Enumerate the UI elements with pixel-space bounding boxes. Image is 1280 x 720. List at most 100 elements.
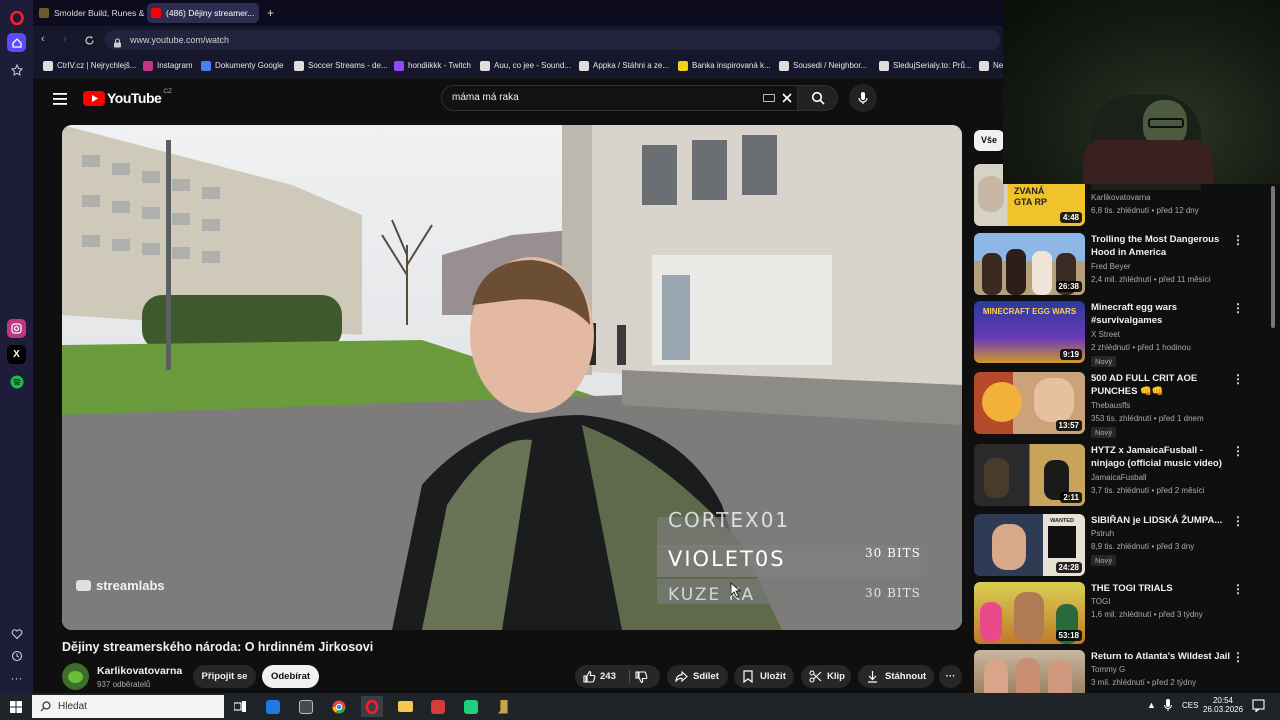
- bookmark-item[interactable]: Appka / Stáhni a ze...: [579, 59, 669, 73]
- home-icon[interactable]: [7, 33, 26, 52]
- bookmark-item[interactable]: CtrlV.cz | Nejrychlejš...: [43, 59, 137, 73]
- menu-icon[interactable]: [53, 92, 67, 110]
- subscribe-button[interactable]: Odebírat: [262, 665, 319, 688]
- more-vert-icon[interactable]: ⋮: [1232, 514, 1244, 528]
- recommendation-item[interactable]: WANTED 24:28 SIBIŘAN je LIDSKÁ ŽUMPA... …: [974, 514, 1264, 578]
- channel-name[interactable]: TOGI: [1091, 597, 1110, 606]
- bookmark-item[interactable]: Instagram: [143, 59, 193, 73]
- spotify-icon[interactable]: [7, 372, 26, 391]
- recommendation-item[interactable]: 13:57 500 AD FULL CRIT AOE PUNCHES 👊👊 Th…: [974, 372, 1264, 438]
- voice-search-button[interactable]: [849, 84, 877, 112]
- clip-button[interactable]: Klip: [801, 665, 851, 688]
- more-vert-icon[interactable]: ⋮: [1232, 372, 1244, 386]
- scrollbar-thumb[interactable]: [1271, 186, 1275, 328]
- x-twitter-icon[interactable]: X: [7, 345, 26, 364]
- back-icon[interactable]: ‹: [41, 33, 45, 45]
- youtube-logo[interactable]: YouTube CZ: [83, 88, 172, 106]
- recommendation-item[interactable]: Return to Atlanta's Wildest Jail Tommy G…: [974, 650, 1264, 693]
- chrome-icon[interactable]: [328, 696, 350, 717]
- channel-name[interactable]: Karlikovatovarna: [1091, 193, 1151, 202]
- video-thumbnail[interactable]: 26:38: [974, 233, 1085, 295]
- new-tab-button[interactable]: +: [263, 3, 279, 23]
- green-app-icon[interactable]: [460, 696, 482, 717]
- history-icon[interactable]: [7, 646, 26, 665]
- video-title[interactable]: 500 AD FULL CRIT AOE PUNCHES 👊👊: [1091, 372, 1231, 398]
- channel-name[interactable]: Pstruh: [1091, 529, 1114, 538]
- search-input[interactable]: máma má raka: [441, 85, 798, 111]
- language-indicator[interactable]: CES: [1182, 701, 1198, 710]
- share-button[interactable]: Sdílet: [667, 665, 728, 688]
- more-vert-icon[interactable]: ⋮: [1232, 301, 1244, 315]
- bookmark-item[interactable]: Ne: [979, 59, 1003, 73]
- bookmark-item[interactable]: Banka inspirovaná k...: [678, 59, 771, 73]
- video-thumbnail[interactable]: MINECRAFT EGG WARS 9:19: [974, 301, 1085, 363]
- forward-icon[interactable]: ›: [63, 33, 67, 45]
- task-view-icon[interactable]: [229, 696, 251, 717]
- search-button[interactable]: [798, 85, 838, 111]
- league-of-legends-icon[interactable]: [493, 696, 515, 717]
- video-thumbnail[interactable]: [974, 650, 1085, 693]
- tab-smolder[interactable]: Smolder Build, Runes & C: [35, 3, 145, 23]
- video-thumbnail[interactable]: 53:18: [974, 582, 1085, 644]
- clear-search-icon[interactable]: [781, 91, 793, 109]
- video-title[interactable]: HYTZ x JamaicaFusball - ninjago (officia…: [1091, 444, 1231, 470]
- recommendation-item[interactable]: 26:38 Trolling the Most Dangerous Hood i…: [974, 233, 1264, 297]
- more-actions-button[interactable]: ···: [939, 665, 962, 688]
- heart-icon[interactable]: [7, 624, 26, 643]
- video-player[interactable]: CORTEX01 VIOLET0S 30 BITS KUZE KA 30 BIT…: [62, 125, 962, 630]
- more-vert-icon[interactable]: ⋮: [1232, 233, 1244, 247]
- join-button[interactable]: Připojit se: [193, 665, 256, 688]
- bookmark-item[interactable]: hondiikkk - Twitch: [394, 59, 471, 73]
- file-explorer-icon[interactable]: [394, 696, 416, 717]
- pinboard-icon[interactable]: [7, 60, 26, 79]
- video-title[interactable]: Return to Atlanta's Wildest Jail: [1091, 650, 1231, 663]
- store-icon[interactable]: [295, 696, 317, 717]
- opera-logo-icon[interactable]: [7, 8, 26, 27]
- chevron-up-icon[interactable]: ▲: [1147, 700, 1156, 710]
- bookmark-item[interactable]: Auu, co jee - Sound...: [480, 59, 571, 73]
- red-app-icon[interactable]: [427, 696, 449, 717]
- video-thumbnail[interactable]: WANTED 24:28: [974, 514, 1085, 576]
- video-thumbnail[interactable]: 13:57: [974, 372, 1085, 434]
- tab-youtube-active[interactable]: (486) Dějiny streamer...: [147, 3, 259, 23]
- recommendation-item[interactable]: MINECRAFT EGG WARS 9:19 Minecraft egg wa…: [974, 301, 1264, 367]
- video-title[interactable]: Trolling the Most Dangerous Hood in Amer…: [1091, 233, 1231, 259]
- instagram-icon[interactable]: [7, 319, 26, 338]
- outlook-icon[interactable]: [262, 696, 284, 717]
- channel-name[interactable]: JamaicaFusball: [1091, 473, 1147, 482]
- clock[interactable]: 20:54 26.03.2026: [1203, 696, 1243, 714]
- bookmark-item[interactable]: Soccer Streams - de...: [294, 59, 388, 73]
- channel-avatar[interactable]: [62, 663, 89, 690]
- recommendation-item[interactable]: 2:11 HYTZ x JamaicaFusball - ninjago (of…: [974, 444, 1264, 508]
- save-button[interactable]: Uložit: [734, 665, 794, 688]
- video-title[interactable]: SIBIŘAN je LIDSKÁ ŽUMPA...: [1091, 514, 1231, 527]
- reload-icon[interactable]: [84, 33, 95, 51]
- recommendation-item[interactable]: 53:18 THE TOGI TRIALS TOGI 1,6 mil. zhlé…: [974, 582, 1264, 646]
- more-vert-icon[interactable]: ⋮: [1232, 582, 1244, 596]
- bookmark-item[interactable]: Sousedi / Neighbor...: [779, 59, 867, 73]
- download-button[interactable]: Stáhnout: [858, 665, 934, 688]
- notification-icon[interactable]: [1252, 699, 1265, 717]
- windows-start-icon[interactable]: [5, 696, 27, 717]
- url-field[interactable]: www.youtube.com/watch: [105, 30, 1000, 50]
- channel-name[interactable]: Thebausffs: [1091, 401, 1130, 410]
- microphone-tray-icon[interactable]: [1164, 699, 1172, 717]
- chip-all[interactable]: Vše: [974, 130, 1004, 151]
- video-title[interactable]: THE TOGI TRIALS: [1091, 582, 1231, 595]
- channel-name[interactable]: X Street: [1091, 330, 1120, 339]
- more-vert-icon[interactable]: ⋮: [1232, 444, 1244, 458]
- bookmark-item[interactable]: SledujSerialy.to: Prů...: [879, 59, 972, 73]
- dislike-button[interactable]: [635, 670, 648, 693]
- opera-taskbar-icon[interactable]: [361, 696, 383, 717]
- channel-name[interactable]: Karlikovatovarna: [97, 665, 182, 677]
- video-title[interactable]: Minecraft egg wars #survivalgames: [1091, 301, 1231, 327]
- channel-name[interactable]: Fred Beyer: [1091, 262, 1131, 271]
- more-options-icon[interactable]: ···: [7, 668, 26, 687]
- video-thumbnail[interactable]: 2:11: [974, 444, 1085, 506]
- channel-name[interactable]: Tommy G: [1091, 665, 1125, 674]
- taskbar-search[interactable]: Hledat: [32, 695, 224, 718]
- bookmark-item[interactable]: Dokumenty Google: [201, 59, 283, 73]
- like-button[interactable]: 243: [575, 665, 627, 688]
- more-vert-icon[interactable]: ⋮: [1232, 650, 1244, 664]
- keyboard-icon[interactable]: [763, 94, 775, 102]
